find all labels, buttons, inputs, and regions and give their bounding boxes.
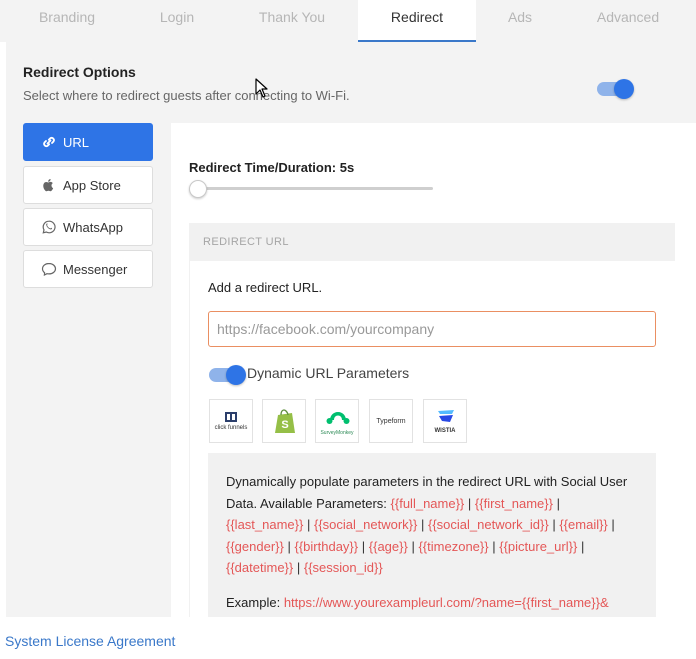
tab-thank-you[interactable]: Thank You: [233, 0, 351, 42]
redirect-options-title: Redirect Options: [23, 64, 136, 80]
sidebar-item-url[interactable]: URL: [23, 123, 153, 161]
surveymonkey-logo-text: SurveyMonkey: [320, 430, 354, 436]
example-label: Example:: [226, 594, 281, 610]
toggle-knob: [226, 365, 246, 385]
surveymonkey-logo[interactable]: SurveyMonkey: [315, 399, 359, 443]
tab-bar: Branding Login Thank You Redirect Ads Ad…: [0, 0, 696, 42]
typeform-logo[interactable]: Typeform: [369, 399, 413, 443]
param-email: {{email}}: [559, 517, 608, 532]
system-license-agreement-link[interactable]: System License Agreement: [5, 633, 175, 649]
tab-branding[interactable]: Branding: [8, 0, 126, 42]
tab-login[interactable]: Login: [118, 0, 236, 42]
duration-slider-handle[interactable]: [189, 180, 207, 198]
redirect-url-body: Add a redirect URL. Dynamic URL Paramete…: [190, 261, 675, 617]
clickfunnels-logo-text: click funnels: [214, 425, 248, 431]
clickfunnels-icon: [225, 412, 237, 422]
url-settings-content: Redirect Time/Duration: 5s REDIRECT URL …: [171, 123, 696, 617]
redirect-options-subtitle: Select where to redirect guests after co…: [23, 88, 350, 103]
typeform-logo-text: Typeform: [376, 418, 406, 425]
redirect-url-section-header: REDIRECT URL: [203, 236, 289, 248]
add-redirect-url-label: Add a redirect URL.: [208, 280, 323, 295]
param-first-name: {{first_name}}: [474, 495, 553, 511]
svg-text:S: S: [281, 419, 288, 431]
param-picture-url: {{picture_url}}: [499, 538, 578, 554]
param-social-network: {{social_network}}: [314, 517, 418, 532]
messenger-icon: [41, 262, 57, 276]
sidebar-item-label: WhatsApp: [63, 220, 123, 235]
param-gender: {{gender}}: [226, 538, 284, 554]
tab-ads[interactable]: Ads: [461, 0, 579, 42]
redirect-duration-label: Redirect Time/Duration: 5s: [189, 160, 355, 175]
param-birthday: {{birthday}}: [294, 538, 359, 554]
link-icon: [43, 137, 55, 147]
sidebar-item-label: Messenger: [63, 262, 128, 277]
whatsapp-icon: [42, 220, 56, 234]
param-last-name: {{last_name}}: [226, 517, 304, 532]
param-social-network-id: {{social_network_id}}: [428, 517, 549, 532]
redirect-url-input[interactable]: [208, 311, 656, 347]
sidebar-item-label: URL: [63, 135, 90, 150]
apple-icon: [43, 179, 54, 192]
dynamic-url-params-label: Dynamic URL Parameters: [247, 365, 410, 381]
wistia-icon: [438, 410, 454, 422]
param-timezone: {{timezone}}: [418, 538, 489, 554]
sidebar-item-messenger[interactable]: Messenger: [23, 250, 153, 288]
surveymonkey-icon: [326, 412, 350, 424]
redirect-url-section: REDIRECT URL Add a redirect URL. Dynamic…: [189, 223, 675, 617]
redirect-enabled-toggle[interactable]: [597, 79, 634, 99]
param-datetime: {{datetime}}: [226, 560, 294, 575]
param-age: {{age}}: [368, 538, 408, 554]
param-session-id: {{session_id}}: [303, 560, 383, 575]
toggle-knob: [614, 79, 634, 99]
tab-advanced[interactable]: Advanced: [569, 0, 687, 42]
wistia-logo-text: WISTIA: [434, 428, 456, 434]
example-line: Example: https://www.yourexampleurl.com/…: [226, 592, 638, 614]
dynamic-params-info: Dynamically populate parameters in the r…: [208, 453, 656, 617]
shopify-logo[interactable]: S: [262, 399, 306, 443]
wistia-logo[interactable]: WISTIA: [423, 399, 467, 443]
param-full-name: {{full_name}}: [390, 495, 465, 511]
mouse-cursor-icon: [255, 78, 268, 98]
sidebar-item-whatsapp[interactable]: WhatsApp: [23, 208, 153, 246]
dynamic-url-params-toggle[interactable]: [209, 365, 246, 385]
example-url: https://www.yourexampleurl.com/?name={{f…: [283, 594, 609, 610]
params-description: Dynamically populate parameters in the r…: [226, 474, 628, 575]
clickfunnels-logo[interactable]: click funnels: [209, 399, 253, 443]
sidebar-item-label: App Store: [63, 178, 121, 193]
shopify-bag-icon: S: [275, 409, 295, 433]
duration-slider-track[interactable]: [193, 187, 433, 190]
tab-redirect[interactable]: Redirect: [358, 0, 476, 42]
redirect-panel: Redirect Options Select where to redirec…: [6, 42, 696, 617]
sidebar-item-app-store[interactable]: App Store: [23, 166, 153, 204]
